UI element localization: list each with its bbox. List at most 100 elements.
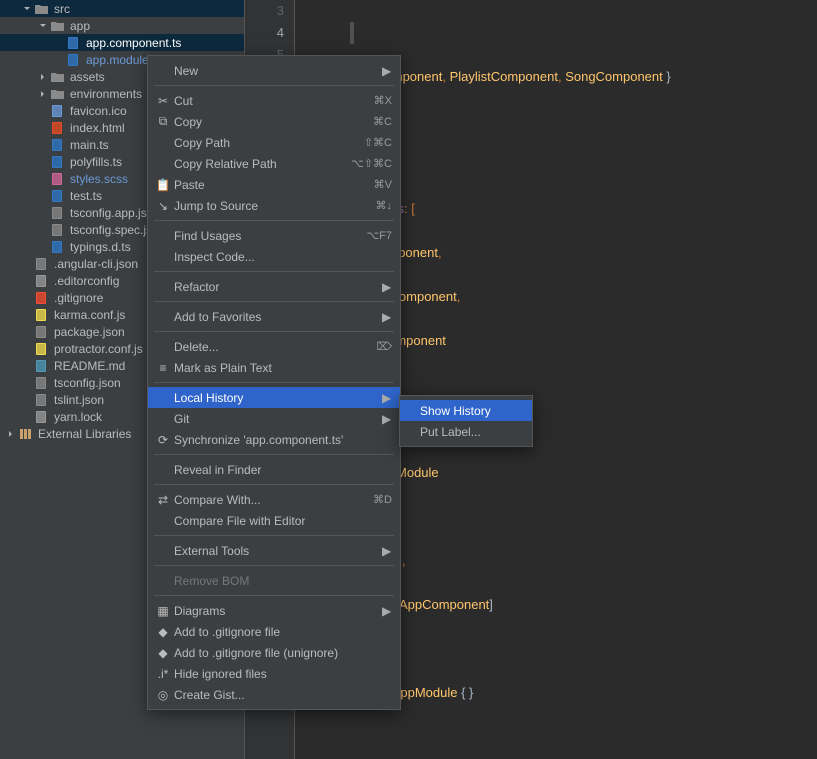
ts-icon (66, 53, 82, 67)
menu-separator (154, 271, 394, 272)
menu-item-external-tools[interactable]: External Tools▶ (148, 540, 400, 561)
chevron-right-icon[interactable] (38, 72, 48, 82)
menu-item-label: Paste (174, 178, 366, 192)
submenu-arrow-icon: ▶ (382, 604, 392, 618)
chevron-down-icon[interactable] (22, 4, 32, 14)
menu-item-label: Add to .gitignore file (174, 625, 392, 639)
scss-icon (50, 172, 66, 186)
menu-item-label: Local History (174, 391, 382, 405)
tree-item-label: yarn.lock (54, 410, 102, 424)
diamond-icon: ◆ (154, 624, 172, 640)
tree-item-label: .gitignore (54, 291, 103, 305)
menu-item-delete[interactable]: Delete...⌦ (148, 336, 400, 357)
menu-item-paste[interactable]: 📋Paste ⌘V (148, 174, 400, 195)
menu-shortcut: ⌥⇧⌘C (351, 157, 392, 170)
menu-shortcut: ⌘V (374, 178, 392, 191)
menu-item-compare-with[interactable]: ⇄Compare With...⌘D (148, 489, 400, 510)
menu-separator (154, 454, 394, 455)
ts-icon (66, 36, 82, 50)
ts-icon (50, 155, 66, 169)
tree-item-label: typings.d.ts (70, 240, 131, 254)
js-icon (34, 342, 50, 356)
menu-separator (154, 220, 394, 221)
tree-item-label: environments (70, 87, 142, 101)
menu-item-label: Add to .gitignore file (unignore) (174, 646, 392, 660)
submenu-arrow-icon: ▶ (382, 544, 392, 558)
menu-item-compare-file-with-editor[interactable]: Compare File with Editor (148, 510, 400, 531)
folder-icon (50, 87, 66, 101)
tree-item-label: assets (70, 70, 105, 84)
submenu-item-put-label[interactable]: Put Label... (400, 421, 532, 442)
menu-item-find-usages[interactable]: Find Usages ⌥F7 (148, 225, 400, 246)
diamond-icon: ◆ (154, 645, 172, 661)
tree-item-label: src (54, 2, 70, 16)
paste-icon: 📋 (154, 177, 172, 193)
menu-item-new[interactable]: New▶ (148, 60, 400, 81)
ico-icon (50, 104, 66, 118)
submenu-arrow-icon: ▶ (382, 391, 392, 405)
blank-icon (154, 513, 172, 529)
blank-icon (154, 543, 172, 559)
menu-item-add-to-gitignore-file-unignore[interactable]: ◆Add to .gitignore file (unignore) (148, 642, 400, 663)
gist-icon: ◎ (154, 687, 172, 703)
menu-item-label: Jump to Source (174, 199, 368, 213)
submenu-item-show-history[interactable]: Show History (400, 400, 532, 421)
menu-item-hide-ignored-files[interactable]: .i*Hide ignored files (148, 663, 400, 684)
cfg-icon (34, 274, 50, 288)
blank-icon (154, 573, 172, 589)
blank-icon (154, 309, 172, 325)
menu-item-label: Synchronize 'app.component.ts' (174, 433, 392, 447)
menu-item-refactor[interactable]: Refactor▶ (148, 276, 400, 297)
folder-icon (50, 19, 66, 33)
file-app-component-ts[interactable]: app.component.ts (0, 34, 244, 51)
blank-icon (154, 228, 172, 244)
folder-src[interactable]: src (0, 0, 244, 17)
tree-item-label: test.ts (70, 189, 102, 203)
tree-item-label: favicon.ico (70, 104, 127, 118)
menu-item-diagrams[interactable]: ▦Diagrams▶ (148, 600, 400, 621)
menu-item-synchronize-app-component-ts[interactable]: ⟳Synchronize 'app.component.ts' (148, 429, 400, 450)
context-menu[interactable]: New▶ ✂Cut⌘X⧉Copy⌘CCopy Path⇧⌘CCopy Relati… (147, 55, 401, 710)
menu-item-label: Compare File with Editor (174, 514, 392, 528)
chevron-right-icon[interactable] (6, 429, 16, 439)
menu-item-create-gist[interactable]: ◎Create Gist... (148, 684, 400, 705)
libs-icon (18, 427, 34, 441)
menu-item-add-to-gitignore-file[interactable]: ◆Add to .gitignore file (148, 621, 400, 642)
local-history-submenu[interactable]: Show HistoryPut Label... (399, 395, 533, 447)
menu-shortcut: ⌥F7 (366, 229, 392, 242)
menu-item-copy-relative-path[interactable]: Copy Relative Path⌥⇧⌘C (148, 153, 400, 174)
tree-item-label: app (70, 19, 90, 33)
menu-item-git[interactable]: Git▶ (148, 408, 400, 429)
cut-icon: ✂ (154, 93, 172, 109)
menu-separator (154, 595, 394, 596)
menu-item-reveal-in-finder[interactable]: Reveal in Finder (148, 459, 400, 480)
menu-item-label: Compare With... (174, 493, 365, 507)
menu-item-add-to-favorites[interactable]: Add to Favorites▶ (148, 306, 400, 327)
chevron-down-icon[interactable] (38, 21, 48, 31)
menu-separator (154, 85, 394, 86)
menu-item-label: Create Gist... (174, 688, 392, 702)
chevron-right-icon[interactable] (38, 89, 48, 99)
blank-icon (154, 156, 172, 172)
menu-item-label: Delete... (174, 340, 368, 354)
menu-item-local-history[interactable]: Local History▶ (148, 387, 400, 408)
submenu-arrow-icon: ▶ (382, 412, 392, 426)
hide-icon: .i* (154, 666, 172, 682)
submenu-arrow-icon: ▶ (382, 64, 392, 78)
menu-item-label: Find Usages (174, 229, 358, 243)
menu-item-copy-path[interactable]: Copy Path⇧⌘C (148, 132, 400, 153)
menu-item-jump-to-source[interactable]: ↘Jump to Source⌘↓ (148, 195, 400, 216)
menu-item-mark-as-plain-text[interactable]: ≡Mark as Plain Text (148, 357, 400, 378)
blank-icon (154, 279, 172, 295)
json-icon (34, 325, 50, 339)
blank-icon (154, 390, 172, 406)
menu-item-copy[interactable]: ⧉Copy⌘C (148, 111, 400, 132)
json-icon (50, 206, 66, 220)
menu-item-label: Refactor (174, 280, 382, 294)
submenu-arrow-icon: ▶ (382, 280, 392, 294)
menu-item-inspect-code[interactable]: Inspect Code... (148, 246, 400, 267)
menu-item-cut[interactable]: ✂Cut⌘X (148, 90, 400, 111)
menu-item-label: Diagrams (174, 604, 382, 618)
folder-app[interactable]: app (0, 17, 244, 34)
blank-icon (154, 462, 172, 478)
